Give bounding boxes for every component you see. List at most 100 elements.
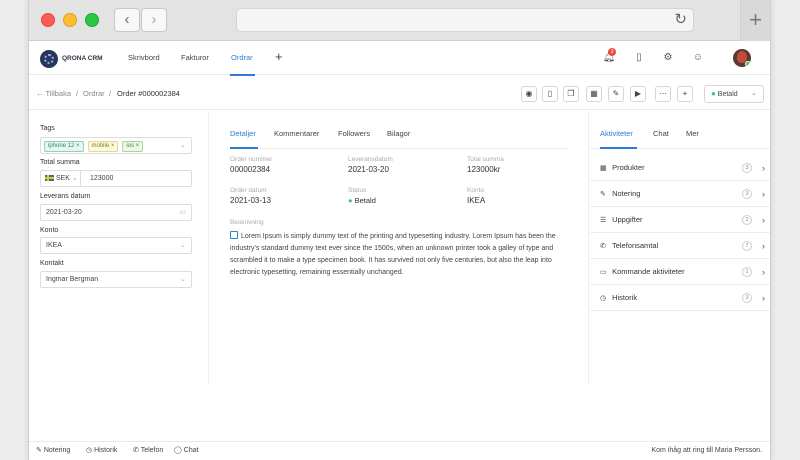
smiley-icon[interactable]: ☺ bbox=[691, 51, 705, 65]
status-detail-value: ● Betald bbox=[348, 196, 376, 205]
tags-input[interactable]: iphone 12 × mobile × ios × ⌄ bbox=[40, 137, 192, 154]
status-dropdown[interactable]: ● Betald ⌄ bbox=[704, 85, 764, 103]
breadcrumb-ordrar[interactable]: Ordrar bbox=[83, 89, 105, 98]
activity-label: Produkter bbox=[612, 163, 645, 172]
footer-chat[interactable]: ◯ Chat bbox=[174, 442, 199, 460]
more-button[interactable]: ⋯ bbox=[655, 86, 671, 102]
footer-label: Chat bbox=[183, 447, 199, 454]
order-date-value: 2021-03-13 bbox=[230, 196, 271, 205]
remove-tag-icon[interactable]: × bbox=[76, 143, 80, 149]
order-number-value: 000002384 bbox=[230, 165, 271, 174]
chevron-right-icon: › bbox=[151, 11, 157, 28]
delivery-date-detail-value: 2021-03-20 bbox=[348, 165, 389, 174]
activity-item-uppgifter[interactable]: ☰ Uppgifter 2 › bbox=[590, 207, 770, 233]
status-detail-label: Status bbox=[348, 187, 367, 194]
tab-aktiviteter[interactable]: Aktiviteter bbox=[600, 129, 633, 138]
table-icon: ▦ bbox=[590, 89, 598, 98]
copy-button[interactable]: ❐ bbox=[563, 86, 579, 102]
footer-historik[interactable]: ◷ Historik bbox=[86, 442, 117, 460]
notification-badge: 3 bbox=[608, 48, 616, 56]
add-nav-button[interactable]: + bbox=[275, 49, 283, 64]
address-bar[interactable]: ↻ bbox=[236, 8, 694, 32]
activity-count: 3 bbox=[742, 189, 752, 199]
play-icon: ▶ bbox=[634, 89, 642, 98]
footer-telefon[interactable]: ✆ Telefon bbox=[133, 442, 163, 460]
tab-detaljer[interactable]: Detaljer bbox=[230, 129, 256, 138]
nav-item-skrivbord[interactable]: Skrivbord bbox=[128, 53, 160, 62]
reload-icon[interactable]: ↻ bbox=[674, 10, 687, 28]
tag-label: iphone 12 bbox=[48, 143, 75, 149]
description-text: Lorem Ipsum is simply dummy text of the … bbox=[230, 231, 560, 279]
activity-item-notering[interactable]: ✎ Notering 3 › bbox=[590, 181, 770, 207]
footer-notering[interactable]: ✎ Notering bbox=[36, 442, 70, 460]
tag-chip: mobile × bbox=[87, 141, 119, 152]
footer-reminder: Kom ihåg att ring till Maria Persson. bbox=[651, 447, 763, 454]
plus-icon: + bbox=[682, 89, 688, 98]
total-input[interactable]: 123000 bbox=[90, 171, 113, 186]
gear-icon[interactable]: ⚙ bbox=[661, 51, 675, 65]
chat-icon: ◯ bbox=[174, 447, 184, 454]
status-detail-text: Betald bbox=[354, 196, 376, 205]
nav-item-fakturor[interactable]: Fakturor bbox=[181, 53, 209, 62]
document-icon[interactable]: ▯ bbox=[632, 51, 646, 65]
active-right-tab-indicator bbox=[600, 147, 637, 149]
breadcrumb-current: Order #000002384 bbox=[117, 89, 180, 98]
activity-item-historik[interactable]: ◷ Historik 3 › bbox=[590, 285, 770, 311]
tag-chip: iphone 12 × bbox=[44, 141, 84, 152]
order-date-label: Order datum bbox=[230, 187, 267, 194]
contact-select[interactable]: Ingmar Bergman ⌄ bbox=[40, 271, 192, 288]
more-dots-icon: ⋯ bbox=[659, 89, 667, 98]
back-link[interactable]: ← Tillbaka bbox=[36, 89, 71, 98]
minimize-window-button[interactable] bbox=[63, 13, 77, 27]
total-detail-label: Total summa bbox=[467, 156, 504, 163]
tab-bilagor[interactable]: Bilagor bbox=[387, 129, 410, 138]
tag-label: ios bbox=[126, 143, 134, 149]
description-label: Beskrivning bbox=[230, 219, 264, 226]
activity-item-produkter[interactable]: ▦ Produkter 3 › bbox=[590, 155, 770, 181]
footer-label: Notering bbox=[43, 447, 71, 454]
tab-mer[interactable]: Mer bbox=[686, 129, 699, 138]
maximize-window-button[interactable] bbox=[85, 13, 99, 27]
chevron-down-icon: ⌄ bbox=[751, 90, 757, 97]
document-button[interactable]: ▯ bbox=[542, 86, 558, 102]
tab-chat[interactable]: Chat bbox=[653, 129, 669, 138]
plus-icon: + bbox=[749, 7, 762, 32]
nav-item-ordrar[interactable]: Ordrar bbox=[231, 53, 253, 62]
close-window-button[interactable] bbox=[41, 13, 55, 27]
footer-label: Telefon bbox=[140, 447, 164, 454]
total-label: Total summa bbox=[40, 159, 80, 166]
browser-back-button[interactable]: ‹ bbox=[114, 8, 140, 32]
table-button[interactable]: ▦ bbox=[586, 86, 602, 102]
currency-select[interactable]: SEK ⌄ bbox=[41, 171, 81, 186]
chevron-right-icon: › bbox=[762, 189, 765, 199]
calendar-icon[interactable]: ▭ bbox=[179, 205, 186, 220]
calendar-icon: ▭ bbox=[600, 269, 607, 276]
avatar[interactable] bbox=[733, 49, 751, 67]
phone-icon: ✆ bbox=[133, 447, 141, 454]
account-select[interactable]: IKEA ⌄ bbox=[40, 237, 192, 254]
remove-tag-icon[interactable]: × bbox=[136, 143, 140, 149]
new-tab-button[interactable]: + bbox=[740, 0, 770, 41]
activity-count: 3 bbox=[742, 293, 752, 303]
browser-forward-button[interactable]: › bbox=[141, 8, 167, 32]
tab-followers[interactable]: Followers bbox=[338, 129, 370, 138]
footer-label: Historik bbox=[94, 447, 118, 454]
breadcrumb-separator: / bbox=[109, 89, 112, 98]
activity-count: 1 bbox=[742, 267, 752, 277]
chevron-down-icon: ⌄ bbox=[180, 242, 186, 249]
edit-button[interactable]: ✎ bbox=[608, 86, 624, 102]
activity-item-kommande[interactable]: ▭ Kommande aktiviteter 1 › bbox=[590, 259, 770, 285]
activity-item-telefonsamtal[interactable]: ✆ Telefonsamtal 7 › bbox=[590, 233, 770, 259]
view-button[interactable]: ◉ bbox=[521, 86, 537, 102]
add-button[interactable]: + bbox=[677, 86, 693, 102]
chevron-right-icon: › bbox=[762, 293, 765, 303]
description-body: Lorem Ipsum is simply dummy text of the … bbox=[230, 233, 556, 276]
logo-icon[interactable] bbox=[40, 50, 58, 68]
delivery-date-input[interactable]: 2021-03-20 ▭ bbox=[40, 204, 192, 221]
contact-label: Kontakt bbox=[40, 260, 64, 267]
activity-count: 7 bbox=[742, 241, 752, 251]
play-button[interactable]: ▶ bbox=[630, 86, 646, 102]
edit-description-icon[interactable] bbox=[230, 231, 238, 239]
tab-kommentarer[interactable]: Kommentarer bbox=[274, 129, 319, 138]
remove-tag-icon[interactable]: × bbox=[111, 143, 115, 149]
